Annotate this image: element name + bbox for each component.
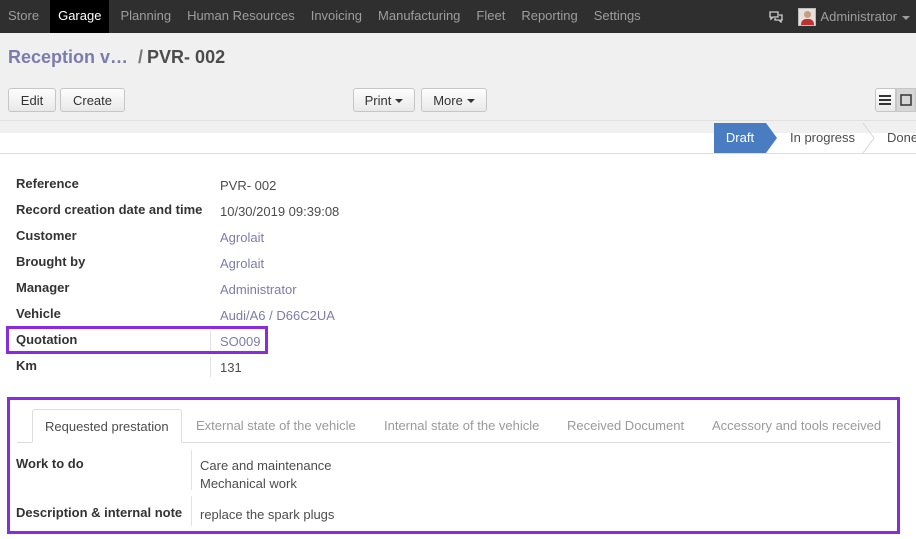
brought-by-link[interactable]: Agrolait bbox=[220, 256, 264, 271]
vehicle-label: Vehicle bbox=[16, 306, 61, 321]
user-menu[interactable]: Administrator bbox=[798, 0, 916, 33]
description-value: replace the spark plugs bbox=[200, 507, 335, 522]
avatar bbox=[798, 7, 817, 26]
field-divider bbox=[191, 450, 192, 490]
creation-date-label: Record creation date and time bbox=[16, 202, 203, 217]
menu-item-manufacturing[interactable]: Manufacturing bbox=[370, 0, 468, 33]
view-switcher bbox=[875, 88, 916, 112]
menu-item-garage[interactable]: Garage bbox=[50, 0, 110, 33]
stage-draft[interactable]: Draft bbox=[714, 123, 766, 153]
tab-received-document[interactable]: Received Document bbox=[555, 409, 696, 443]
work-to-do-item: Mechanical work bbox=[200, 476, 297, 491]
tab-internal-state[interactable]: Internal state of the vehicle bbox=[372, 409, 551, 443]
print-button-label: Print bbox=[364, 92, 392, 108]
menu-item-settings[interactable]: Settings bbox=[586, 0, 649, 33]
status-bar: Draft In progress Done bbox=[0, 121, 916, 154]
km-label: Km bbox=[16, 358, 37, 373]
form-view-icon[interactable] bbox=[895, 88, 916, 112]
stage-done[interactable]: Done bbox=[887, 123, 916, 153]
chat-icon[interactable] bbox=[768, 9, 784, 25]
notebook-tabs: Requested prestation External state of t… bbox=[17, 409, 891, 443]
field-divider bbox=[191, 496, 192, 526]
breadcrumb: Reception v… / PVR- 002 bbox=[8, 47, 225, 68]
quotation-link[interactable]: SO009 bbox=[220, 334, 260, 349]
customer-label: Customer bbox=[16, 228, 77, 243]
tab-accessory-tools[interactable]: Accessory and tools received bbox=[700, 409, 893, 443]
top-navbar: Store Garage Planning Human Resources In… bbox=[0, 0, 916, 33]
quotation-label: Quotation bbox=[16, 332, 78, 347]
breadcrumb-parent[interactable]: Reception v… bbox=[8, 47, 128, 68]
stage-separator-icon bbox=[862, 123, 875, 153]
work-to-do-label: Work to do bbox=[16, 456, 84, 471]
menu-item-human-resources[interactable]: Human Resources bbox=[179, 0, 303, 33]
km-value: 131 bbox=[220, 360, 242, 375]
chevron-down-icon bbox=[395, 99, 404, 103]
field-divider bbox=[210, 357, 211, 377]
menu-item-store[interactable]: Store bbox=[0, 0, 47, 33]
menu-item-fleet[interactable]: Fleet bbox=[468, 0, 513, 33]
field-divider bbox=[210, 331, 211, 351]
tab-external-state[interactable]: External state of the vehicle bbox=[184, 409, 368, 443]
customer-link[interactable]: Agrolait bbox=[220, 230, 264, 245]
print-button[interactable]: Print bbox=[353, 88, 415, 112]
edit-button[interactable]: Edit bbox=[8, 88, 56, 112]
manager-link[interactable]: Administrator bbox=[220, 282, 297, 297]
main-menu: Store Garage Planning Human Resources In… bbox=[0, 0, 649, 33]
work-to-do-item: Care and maintenance bbox=[200, 458, 332, 473]
user-area: Administrator bbox=[768, 0, 916, 33]
more-button[interactable]: More bbox=[421, 88, 487, 112]
stage-arrow-icon bbox=[766, 123, 777, 153]
more-button-label: More bbox=[433, 92, 463, 108]
user-name: Administrator bbox=[820, 9, 897, 24]
list-view-icon[interactable] bbox=[875, 88, 896, 112]
description-label: Description & internal note bbox=[16, 505, 183, 520]
menu-item-planning[interactable]: Planning bbox=[112, 0, 179, 33]
stage-in-progress[interactable]: In progress bbox=[790, 123, 855, 153]
vehicle-link[interactable]: Audi/A6 / D66C2UA bbox=[220, 308, 335, 323]
menu-item-invoicing[interactable]: Invoicing bbox=[303, 0, 370, 33]
notebook: Requested prestation External state of t… bbox=[7, 397, 900, 534]
reference-label: Reference bbox=[16, 176, 79, 191]
reference-value: PVR- 002 bbox=[220, 178, 277, 193]
manager-label: Manager bbox=[16, 280, 70, 295]
page-title: PVR- 002 bbox=[147, 47, 226, 67]
creation-date-value: 10/30/2019 09:39:08 bbox=[220, 204, 340, 219]
record-form: Reference PVR- 002 Record creation date … bbox=[0, 155, 916, 539]
brought-by-label: Brought by bbox=[16, 254, 86, 269]
create-button[interactable]: Create bbox=[60, 88, 125, 112]
menu-item-reporting[interactable]: Reporting bbox=[513, 0, 585, 33]
tab-requested-prestation[interactable]: Requested prestation bbox=[32, 409, 182, 443]
chevron-down-icon bbox=[466, 99, 475, 103]
chevron-down-icon bbox=[902, 15, 910, 20]
breadcrumb-separator: / bbox=[138, 47, 144, 67]
